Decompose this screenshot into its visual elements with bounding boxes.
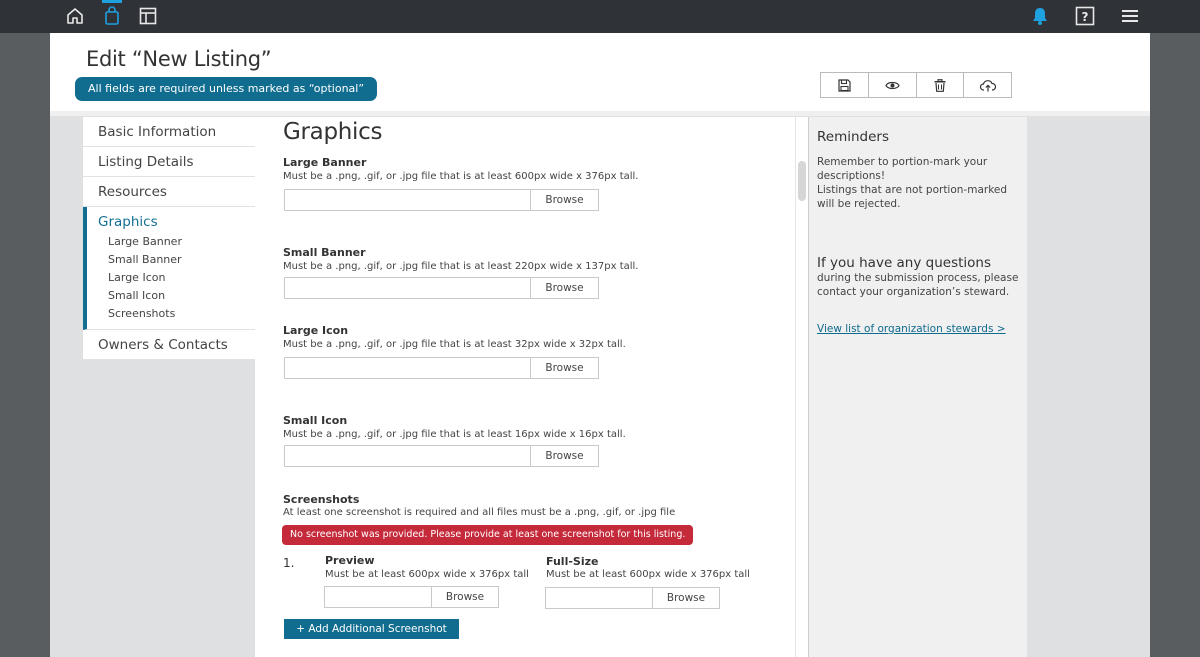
preview-browse-button[interactable]: Browse: [431, 587, 498, 607]
large-icon-file-input: Browse: [284, 357, 599, 379]
small-icon-browse-button[interactable]: Browse: [530, 446, 598, 466]
nav-subitem-screenshots[interactable]: Screenshots: [98, 305, 255, 323]
large-icon-label: Large Icon: [283, 324, 349, 337]
section-heading: Graphics: [283, 119, 383, 145]
small-banner-file-input: Browse: [284, 277, 599, 299]
preview-button[interactable]: [869, 73, 917, 97]
reminders-text: Remember to portion-mark your descriptio…: [817, 156, 988, 182]
large-banner-file-name[interactable]: [285, 190, 530, 210]
large-banner-file-input: Browse: [284, 189, 599, 211]
nav-item-graphics-label[interactable]: Graphics: [98, 211, 255, 233]
screenshot-error-message: No screenshot was provided. Please provi…: [282, 525, 694, 545]
fullsize-file-name[interactable]: [546, 588, 652, 608]
scrollbar-thumb[interactable]: [798, 161, 806, 201]
add-screenshot-button[interactable]: + Add Additional Screenshot: [284, 619, 459, 639]
nav-item-owners-contacts[interactable]: Owners & Contacts: [83, 330, 255, 360]
home-icon[interactable]: [64, 5, 86, 27]
submit-button[interactable]: [964, 73, 1011, 97]
form-scrollbar[interactable]: [795, 117, 809, 657]
section-navigation: Basic Information Listing Details Resour…: [83, 117, 255, 360]
small-icon-file-name[interactable]: [285, 446, 530, 466]
svg-text:?: ?: [1082, 10, 1089, 24]
preview-file-input: Browse: [324, 586, 499, 608]
screenshots-label: Screenshots: [283, 493, 360, 506]
small-banner-help: Must be a .png, .gif, or .jpg file that …: [283, 261, 639, 272]
nav-item-graphics: Graphics Large Banner Small Banner Large…: [83, 207, 255, 330]
nav-subitem-small-icon[interactable]: Small Icon: [98, 287, 255, 305]
page-title: Edit “New Listing”: [86, 47, 272, 71]
content-divider: [50, 111, 1150, 116]
screenshots-help: At least one screenshot is required and …: [283, 507, 676, 518]
small-icon-help: Must be a .png, .gif, or .jpg file that …: [283, 429, 626, 440]
questions-title: If you have any questions: [817, 255, 992, 271]
small-banner-label: Small Banner: [283, 246, 366, 259]
large-banner-label: Large Banner: [283, 156, 367, 169]
required-fields-note: All fields are required unless marked as…: [75, 77, 378, 101]
content-area: Basic Information Listing Details Resour…: [50, 111, 1150, 657]
large-icon-help: Must be a .png, .gif, or .jpg file that …: [283, 339, 626, 350]
nav-item-listing-details[interactable]: Listing Details: [83, 147, 255, 177]
save-button[interactable]: [821, 73, 869, 97]
fullsize-browse-button[interactable]: Browse: [652, 588, 719, 608]
fullsize-file-input: Browse: [545, 587, 720, 609]
screenshot-number: 1.: [283, 556, 295, 570]
small-banner-file-name[interactable]: [285, 278, 530, 298]
fullsize-help: Must be at least 600px wide x 376px tall: [546, 569, 750, 580]
preview-file-name[interactable]: [325, 587, 431, 607]
shopping-bag-icon[interactable]: [101, 5, 123, 27]
nav-subitem-large-icon[interactable]: Large Icon: [98, 269, 255, 287]
reminders-text-rejected: Listings that are not portion-marked wil…: [817, 184, 1008, 210]
cloud-upload-icon: [979, 79, 996, 91]
listing-toolbar: [820, 72, 1012, 98]
hamburger-menu-icon[interactable]: [1119, 5, 1141, 27]
large-icon-file-name[interactable]: [285, 358, 530, 378]
graphics-form: Graphics Large Banner Must be a .png, .g…: [255, 117, 795, 657]
trash-icon: [934, 78, 946, 92]
save-icon: [838, 78, 851, 92]
eye-icon: [884, 81, 900, 89]
small-icon-label: Small Icon: [283, 414, 348, 427]
large-banner-browse-button[interactable]: Browse: [530, 190, 598, 210]
nav-item-resources[interactable]: Resources: [83, 177, 255, 207]
active-tab-indicator: [102, 0, 122, 3]
bell-icon[interactable]: [1029, 5, 1051, 27]
preview-label: Preview: [325, 554, 375, 567]
top-navigation-bar: ?: [0, 0, 1200, 33]
nav-subitem-small-banner[interactable]: Small Banner: [98, 251, 255, 269]
large-banner-help: Must be a .png, .gif, or .jpg file that …: [283, 171, 639, 182]
small-banner-browse-button[interactable]: Browse: [530, 278, 598, 298]
fullsize-label: Full-Size: [546, 555, 599, 568]
nav-subitem-large-banner[interactable]: Large Banner: [98, 233, 255, 251]
questions-text: during the submission process, please co…: [817, 272, 1019, 298]
delete-button[interactable]: [917, 73, 965, 97]
page-container: Edit “New Listing” All fields are requir…: [50, 33, 1150, 657]
reminders-title: Reminders: [817, 129, 889, 145]
help-icon[interactable]: ?: [1074, 5, 1096, 27]
small-icon-file-input: Browse: [284, 445, 599, 467]
large-icon-browse-button[interactable]: Browse: [530, 358, 598, 378]
nav-item-basic-information[interactable]: Basic Information: [83, 117, 255, 147]
reminders-sidebar: Reminders Remember to portion-mark your …: [809, 117, 1027, 657]
preview-help: Must be at least 600px wide x 376px tall: [325, 569, 529, 580]
view-stewards-link[interactable]: View list of organization stewards >: [817, 323, 1006, 335]
layout-icon[interactable]: [137, 5, 159, 27]
